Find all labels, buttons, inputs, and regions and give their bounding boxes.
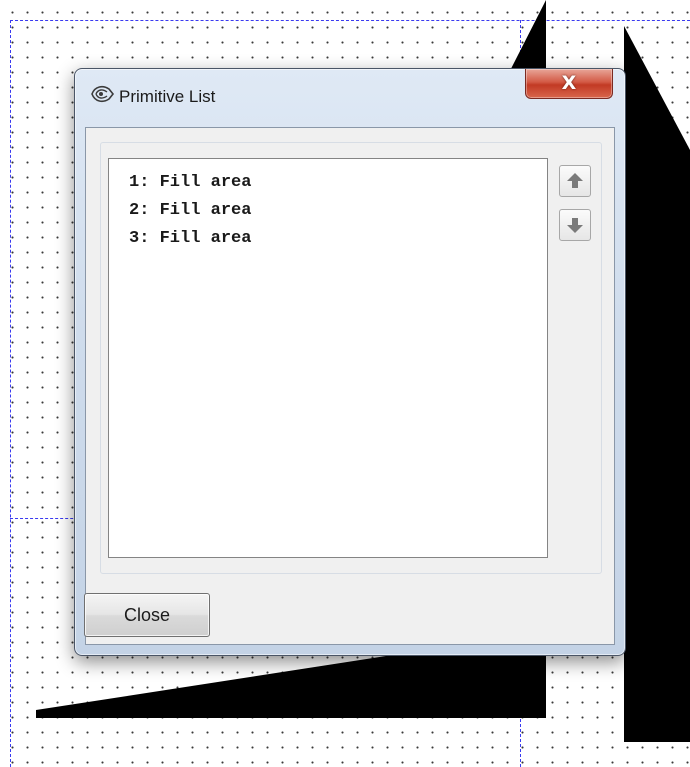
close-icon: X <box>561 72 577 94</box>
arrow-up-icon <box>567 173 583 188</box>
arrow-down-icon <box>567 218 583 233</box>
move-up-button[interactable] <box>559 165 591 197</box>
title-bar[interactable]: Primitive List X <box>75 69 625 127</box>
fill-area-right <box>624 26 690 742</box>
primitive-list-dialog: Primitive List X 1: Fill area 2: Fill ar… <box>74 68 626 656</box>
app-icon <box>89 83 115 105</box>
window-close-button[interactable]: X <box>525 69 613 99</box>
list-item[interactable]: 1: Fill area <box>129 169 547 197</box>
list-item[interactable]: 3: Fill area <box>129 225 547 253</box>
close-button[interactable]: Close <box>84 593 210 637</box>
window-title: Primitive List <box>119 87 216 106</box>
list-item[interactable]: 2: Fill area <box>129 197 547 225</box>
dialog-client-area: 1: Fill area 2: Fill area 3: Fill area <box>85 127 615 645</box>
primitive-listbox[interactable]: 1: Fill area 2: Fill area 3: Fill area <box>108 158 548 558</box>
move-down-button[interactable] <box>559 209 591 241</box>
list-group: 1: Fill area 2: Fill area 3: Fill area <box>100 142 602 574</box>
